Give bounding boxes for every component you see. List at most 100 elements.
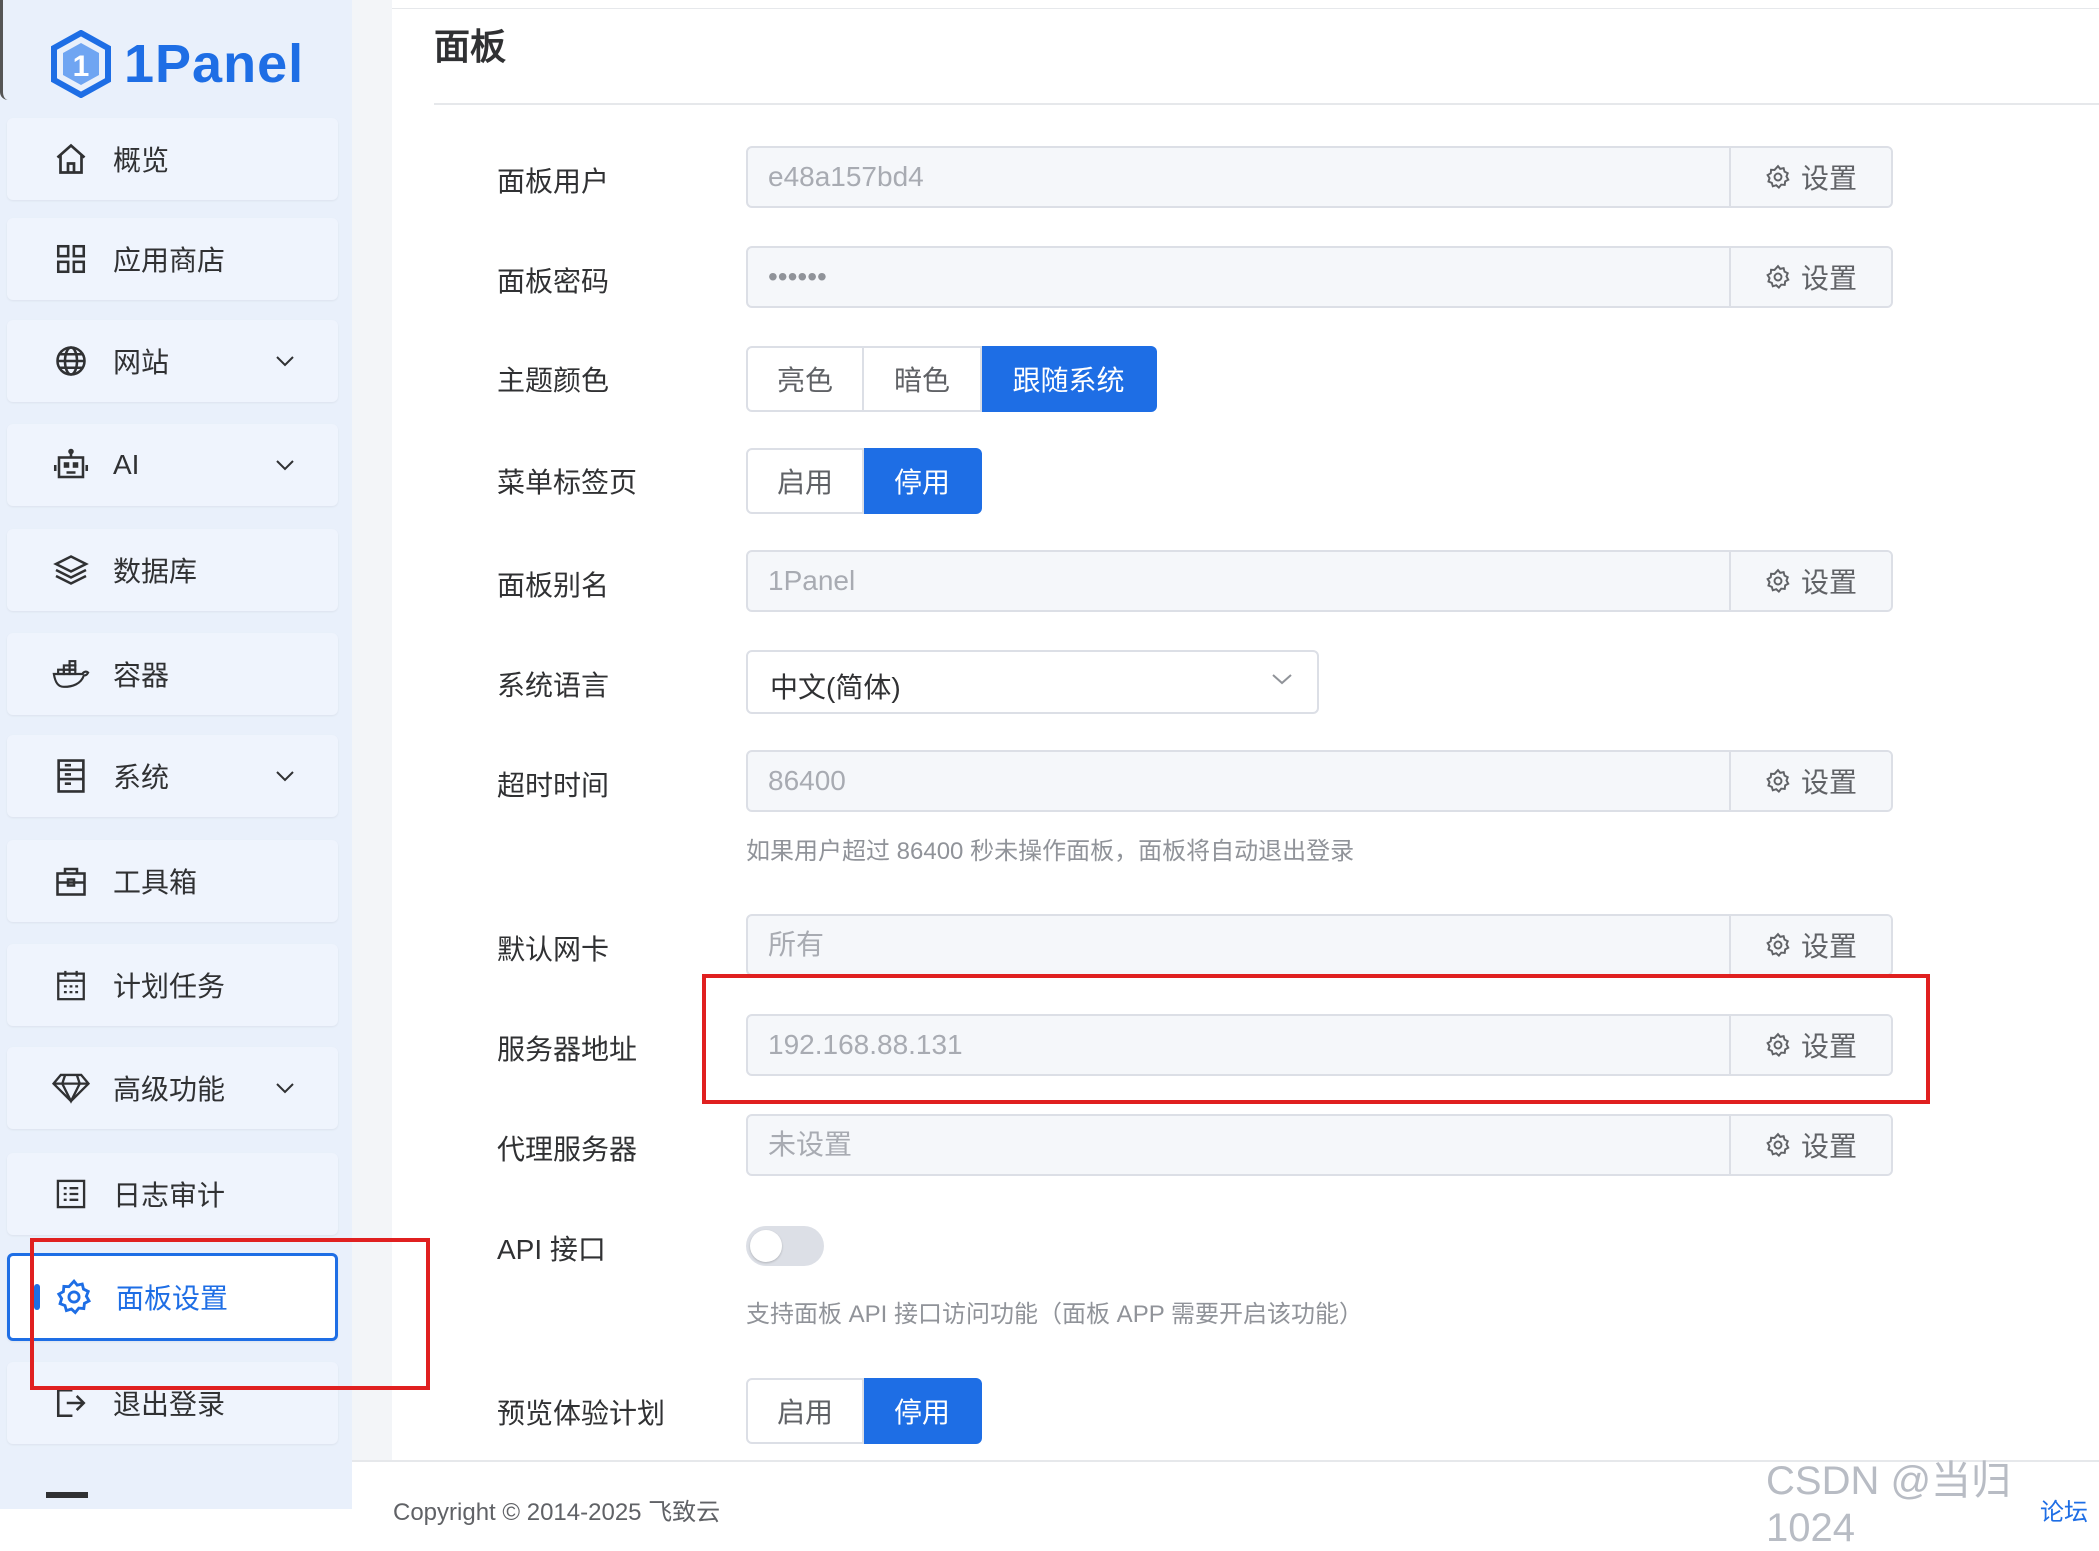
main-content [392,0,2099,1460]
chevron-down-icon[interactable] [274,1077,296,1099]
log-icon [51,1174,91,1214]
timeout-field: 86400 设置 [746,750,1893,812]
set-label: 设置 [1800,263,1857,294]
timeout-value: 86400 [768,765,846,796]
globe-icon [51,341,91,381]
server-icon [51,756,91,796]
sidebar-item-advanced[interactable]: 高级功能 [7,1047,338,1129]
sidebar-item-system[interactable]: 系统 [7,735,338,817]
sidebar-item-database[interactable]: 数据库 [7,529,338,611]
window-corner [0,0,9,100]
theme-option-light[interactable]: 亮色 [746,346,864,412]
sidebar-item-label: 日志审计 [113,1180,226,1211]
top-border [392,0,2099,9]
label-server-address: 服务器地址 [497,1034,638,1065]
calendar-icon [51,965,91,1005]
sidebar-item-website[interactable]: 网站 [7,320,338,402]
label-theme: 主题颜色 [497,365,610,396]
chevron-down-icon[interactable] [274,454,296,476]
sidebar-item-toolbox[interactable]: 工具箱 [7,840,338,922]
panel-password-value: •••••• [768,261,827,292]
sidebar-item-label: 数据库 [113,556,198,587]
annotation-box-server-address [702,974,1930,1104]
sidebar-item-label: 计划任务 [113,971,226,1002]
chevron-down-icon[interactable] [274,350,296,372]
panel-alias-set-button[interactable]: 设置 [1729,552,1891,610]
language-select-value: 中文(简体) [770,672,901,703]
proxy-server-value: 未设置 [768,1129,853,1160]
sidebar-item-label: 系统 [113,762,170,793]
sidebar-item-cron[interactable]: 计划任务 [7,944,338,1026]
set-label: 设置 [1800,163,1857,194]
menu-tabs-segmented: 启用 停用 [746,448,982,514]
annotation-box-panel-settings [30,1238,430,1390]
menu-tabs-option-enable[interactable]: 启用 [746,448,864,514]
theme-option-dark[interactable]: 暗色 [864,346,982,412]
sidebar-item-overview[interactable]: 概览 [7,118,338,200]
preview-segmented: 启用 停用 [746,1378,982,1444]
sidebar-item-label: 工具箱 [113,867,198,898]
sidebar-item-label: 高级功能 [113,1074,226,1105]
panel-password-set-button[interactable]: 设置 [1729,248,1891,306]
preview-option-disable[interactable]: 停用 [864,1378,982,1444]
sidebar-item-app-store[interactable]: 应用商店 [7,218,338,300]
grid-icon [51,239,91,279]
docker-icon [51,654,91,694]
sidebar-item-label: 网站 [113,347,170,378]
gear-icon [1766,164,1790,190]
preview-option-enable[interactable]: 启用 [746,1378,864,1444]
chevron-down-icon [1271,672,1293,691]
set-label: 设置 [1800,767,1857,798]
sidebar-item-container[interactable]: 容器 [7,633,338,715]
layers-icon [51,550,91,590]
label-api: API 接口 [497,1234,606,1265]
sidebar-item-label: 应用商店 [113,245,226,276]
set-label: 设置 [1800,567,1857,598]
default-nic-set-button[interactable]: 设置 [1729,916,1891,974]
brand-logo[interactable]: 1 1Panel [50,28,304,100]
panel-password-field: •••••• 设置 [746,246,1893,308]
diamond-icon [51,1068,91,1108]
panel-user-set-button[interactable]: 设置 [1729,148,1891,206]
timeout-set-button[interactable]: 设置 [1729,752,1891,810]
proxy-server-set-button[interactable]: 设置 [1729,1116,1891,1174]
gear-icon [1766,768,1790,794]
toolbox-icon [51,861,91,901]
sidebar-item-label: AI [113,449,140,480]
api-toggle[interactable] [746,1226,824,1266]
gear-icon [1766,264,1790,290]
title-divider [434,103,2099,105]
panel-user-field: e48a157bd4 设置 [746,146,1893,208]
sidebar-item-logs[interactable]: 日志审计 [7,1153,338,1235]
default-nic-value: 所有 [768,929,825,960]
sidebar-item-label: 容器 [113,660,170,691]
panel-alias-field: 1Panel 设置 [746,550,1893,612]
label-panel-user: 面板用户 [497,166,610,197]
gear-icon [1766,568,1790,594]
language-select[interactable]: 中文(简体) [746,650,1319,714]
copyright-text: Copyright © 2014-2025 飞致云 [393,1499,721,1526]
brand-name: 1Panel [124,34,305,94]
api-toggle-knob [750,1230,782,1262]
home-icon [51,139,91,179]
theme-segmented: 亮色 暗色 跟随系统 [746,346,1157,412]
collapse-menu-icon[interactable] [46,1492,88,1498]
robot-icon [51,445,91,485]
api-hint: 支持面板 API 接口访问功能（面板 APP 需要开启该功能） [746,1301,1363,1328]
proxy-server-field: 未设置 设置 [746,1114,1893,1176]
sidebar-item-label: 概览 [113,145,170,176]
label-default-nic: 默认网卡 [497,934,610,965]
chevron-down-icon[interactable] [274,765,296,787]
menu-tabs-option-disable[interactable]: 停用 [864,448,982,514]
label-menu-tabs: 菜单标签页 [497,467,638,498]
logo-hexagon-icon: 1 [51,30,111,98]
gear-icon [1766,1132,1790,1158]
theme-option-system[interactable]: 跟随系统 [982,346,1157,412]
default-nic-field: 所有 设置 [746,914,1893,976]
set-label: 设置 [1800,931,1857,962]
watermark: CSDN @当归1024 [1766,1459,2012,1550]
label-proxy-server: 代理服务器 [497,1134,638,1165]
timeout-hint: 如果用户超过 86400 秒未操作面板，面板将自动退出登录 [746,838,1355,865]
sidebar-item-ai[interactable]: AI [7,424,338,506]
panel-alias-value: 1Panel [768,565,856,596]
